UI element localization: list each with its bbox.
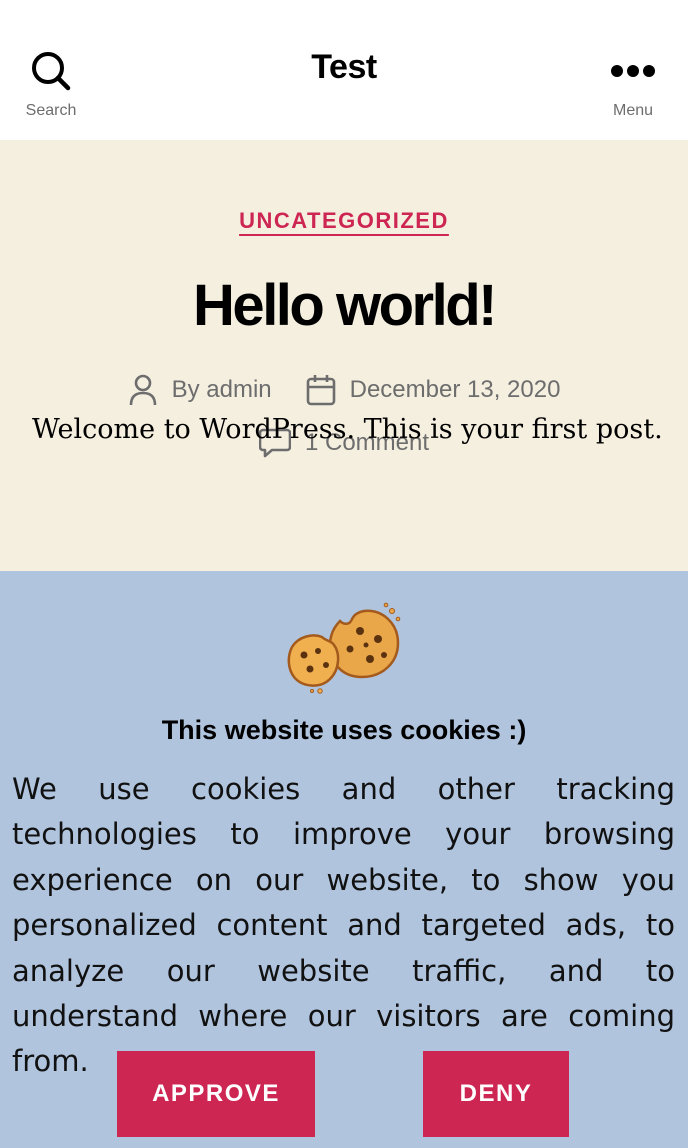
approve-button[interactable]: APPROVE <box>117 1051 315 1137</box>
menu-toggle[interactable]: Menu <box>588 50 678 120</box>
post-meta: By admin December 13, 2020 <box>0 374 688 406</box>
post-date-label[interactable]: December 13, 2020 <box>350 376 561 404</box>
calendar-icon <box>306 375 335 406</box>
site-title[interactable]: Test <box>0 48 688 87</box>
cookie-banner-title: This website uses cookies :) <box>161 715 527 745</box>
search-toggle-label: Search <box>25 102 77 119</box>
post-author[interactable]: By admin <box>128 374 272 406</box>
post-author-label[interactable]: By admin <box>172 376 272 404</box>
site-header: Search Test Menu <box>0 0 688 140</box>
ellipsis-icon <box>611 65 655 77</box>
cookie-banner: This website uses cookies :) We use cook… <box>0 571 688 1148</box>
user-icon <box>129 374 156 406</box>
category-label[interactable]: UNCATEGORIZED <box>239 208 449 233</box>
category-link[interactable]: UNCATEGORIZED <box>0 208 688 234</box>
post-excerpt: Welcome to WordPress. This is your first… <box>32 414 663 445</box>
entry-header: UNCATEGORIZED Hello world! By admin Dece… <box>0 140 688 572</box>
cookies-icon <box>287 602 401 694</box>
menu-toggle-label: Menu <box>612 102 654 119</box>
post-date[interactable]: December 13, 2020 <box>306 374 561 406</box>
post-title: Hello world! <box>193 273 497 338</box>
cookie-banner-text: We use cookies and other tracking techno… <box>12 772 675 1079</box>
deny-button[interactable]: DENY <box>423 1051 569 1137</box>
